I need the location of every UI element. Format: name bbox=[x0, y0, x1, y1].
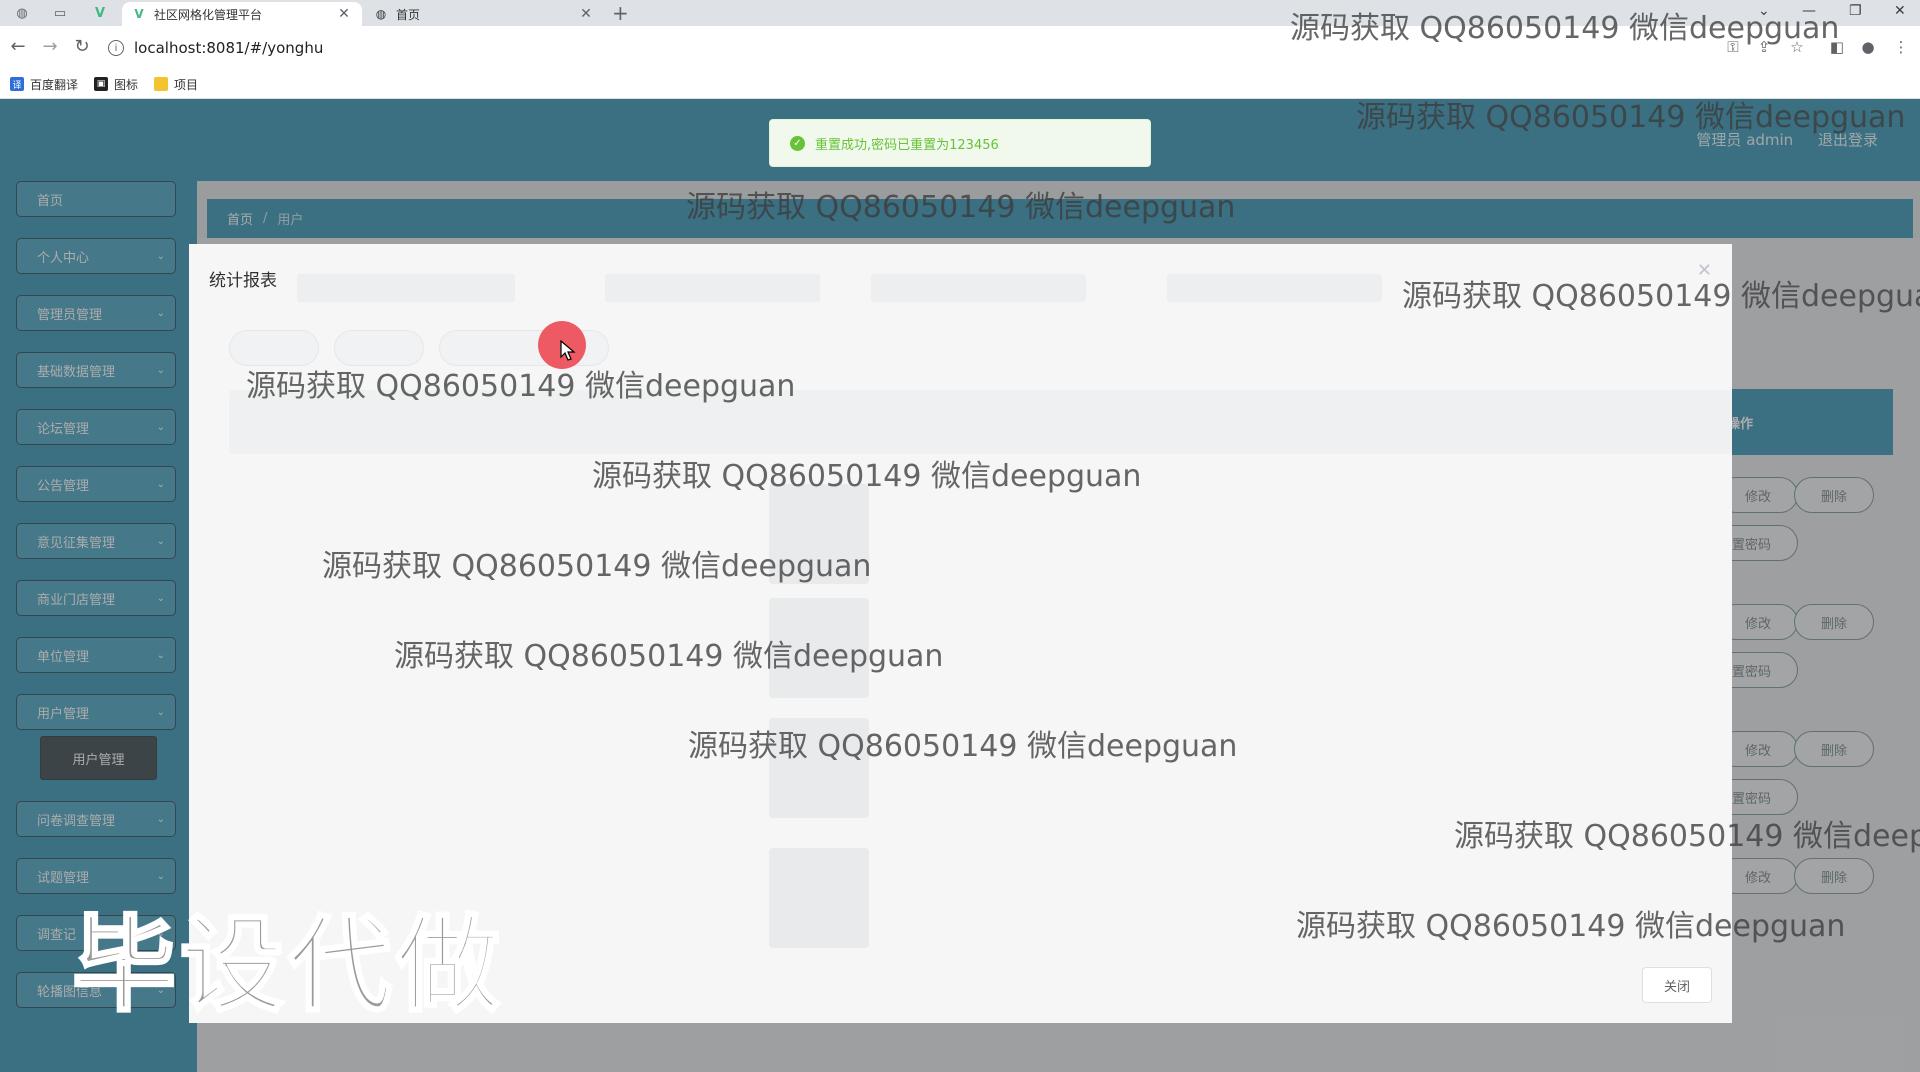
tab-home[interactable]: ◍ 首页 ✕ bbox=[364, 2, 604, 26]
info-icon[interactable]: i bbox=[108, 40, 124, 56]
close-button[interactable]: 关闭 bbox=[1642, 967, 1712, 1003]
menu-icon[interactable]: ⋮ bbox=[1890, 38, 1912, 56]
vue-logo-icon: V bbox=[134, 7, 144, 21]
promo-overlay-text: 毕设代做 bbox=[70, 903, 505, 1028]
watermark-text: 源码获取 QQ86050149 微信deepguan bbox=[1356, 100, 1906, 135]
close-icon[interactable]: ✕ bbox=[578, 6, 594, 22]
pinned-tab-icon[interactable]: ▭ bbox=[46, 2, 74, 24]
bookmark-translate[interactable]: 译 百度翻译 bbox=[10, 76, 78, 93]
watermark-text: 源码获取 QQ86050149 微信deepguan bbox=[686, 190, 1236, 225]
bookmark-project[interactable]: 项目 bbox=[154, 76, 198, 93]
bookmark-label: 图标 bbox=[114, 77, 139, 92]
close-icon[interactable]: ✕ bbox=[336, 6, 352, 22]
url-text[interactable]: localhost:8081/#/yonghu bbox=[134, 39, 323, 57]
reload-icon[interactable]: ↻ bbox=[70, 36, 94, 57]
watermark-text: 源码获取 QQ86050149 微信deepguan bbox=[1454, 819, 1920, 854]
mouse-cursor-icon bbox=[560, 340, 576, 361]
ghost-search-field bbox=[297, 274, 515, 302]
ghost-avatar bbox=[769, 848, 869, 948]
bookmark-label: 项目 bbox=[174, 77, 199, 92]
close-window-icon[interactable]: ✕ bbox=[1894, 3, 1906, 19]
bookmark-icons[interactable]: ▣ 图标 bbox=[94, 76, 138, 93]
watermark-text: 源码获取 QQ86050149 微信deepguan bbox=[322, 549, 872, 584]
watermark-text: 源码获取 QQ86050149 微信deepguan bbox=[246, 369, 796, 404]
ghost-search-field bbox=[1167, 274, 1382, 302]
dialog-title: 统计报表 bbox=[209, 271, 277, 291]
tab-admin-platform[interactable]: V 社区网格化管理平台 ✕ bbox=[122, 2, 362, 26]
new-tab-button[interactable]: + bbox=[612, 1, 629, 25]
watermark-text: 源码获取 QQ86050149 微信deepguan bbox=[394, 639, 944, 674]
translate-icon: 译 bbox=[10, 77, 24, 91]
watermark-text: 源码获取 QQ86050149 微信deepguan bbox=[592, 459, 1142, 494]
check-circle-icon: ✓ bbox=[790, 135, 805, 151]
bookmark-label: 百度翻译 bbox=[30, 77, 79, 92]
success-toast: ✓ 重置成功,密码已重置为123456 bbox=[769, 119, 1151, 167]
back-icon[interactable]: ← bbox=[6, 36, 30, 57]
chrome-globe-icon[interactable]: ◍ bbox=[8, 2, 36, 24]
ghost-search-field bbox=[605, 274, 820, 302]
watermark-text: 源码获取 QQ86050149 微信deepguan bbox=[688, 729, 1238, 764]
ghost-search-field bbox=[871, 274, 1086, 302]
profile-icon[interactable]: ● bbox=[1857, 38, 1879, 56]
watermark-text: 源码获取 QQ86050149 微信deepguan bbox=[1402, 279, 1920, 314]
image-icon: ▣ bbox=[94, 77, 109, 91]
vue-logo-icon[interactable]: V bbox=[86, 2, 114, 24]
watermark-text: 源码获取 QQ86050149 微信deepguan bbox=[1296, 909, 1846, 944]
watermark-text: 源码获取 QQ86050149 微信deepguan bbox=[1290, 11, 1840, 46]
folder-icon bbox=[154, 77, 169, 91]
globe-icon: ◍ bbox=[375, 7, 387, 21]
restore-icon[interactable]: ❐ bbox=[1849, 3, 1862, 19]
tab-title: 首页 bbox=[396, 7, 421, 22]
tab-title: 社区网格化管理平台 bbox=[154, 7, 263, 22]
toast-message: 重置成功,密码已重置为123456 bbox=[815, 137, 999, 153]
forward-icon[interactable]: → bbox=[38, 36, 62, 57]
